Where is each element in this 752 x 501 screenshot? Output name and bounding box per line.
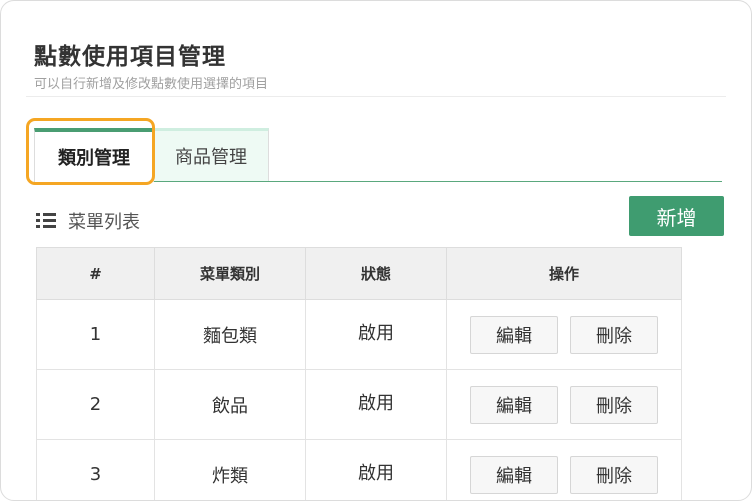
row-status: 啟用: [306, 300, 447, 369]
tab-product-management[interactable]: 商品管理: [154, 128, 269, 181]
column-header-index: #: [37, 248, 155, 299]
table-header: # 菜單類別 狀態 操作: [36, 247, 682, 300]
row-index: 1: [37, 300, 155, 369]
menu-list-header: 菜單列表: [36, 208, 140, 234]
column-header-category: 菜單類別: [155, 248, 306, 299]
row-actions: 編輯 刪除: [447, 300, 681, 369]
delete-button[interactable]: 刪除: [570, 455, 658, 494]
table-row: 1 麵包類 啟用 編輯 刪除: [36, 300, 682, 370]
app-window: 點數使用項目管理 可以自行新增及修改點數使用選擇的項目 類別管理 商品管理 菜單…: [0, 0, 752, 501]
page-subtitle: 可以自行新增及修改點數使用選擇的項目: [34, 77, 269, 92]
page-title: 點數使用項目管理: [34, 44, 226, 70]
delete-button[interactable]: 刪除: [570, 385, 658, 424]
row-category: 飲品: [155, 370, 306, 439]
row-index: 2: [37, 370, 155, 439]
list-icon: [36, 213, 56, 229]
add-button[interactable]: 新增: [629, 196, 724, 236]
table-row: 2 飲品 啟用 編輯 刪除: [36, 370, 682, 440]
edit-button[interactable]: 編輯: [470, 315, 558, 354]
edit-button[interactable]: 編輯: [470, 385, 558, 424]
menu-table: # 菜單類別 狀態 操作 1 麵包類 啟用 編輯 刪除 2 飲品 啟用 編輯 刪…: [36, 247, 682, 500]
header-divider: [26, 96, 726, 97]
row-status: 啟用: [306, 370, 447, 439]
row-actions: 編輯 刪除: [447, 440, 681, 500]
table-row: 3 炸類 啟用 編輯 刪除: [36, 440, 682, 500]
row-actions: 編輯 刪除: [447, 370, 681, 439]
delete-button[interactable]: 刪除: [570, 315, 658, 354]
column-header-status: 狀態: [306, 248, 447, 299]
menu-list-title: 菜單列表: [68, 212, 140, 233]
row-category: 麵包類: [155, 300, 306, 369]
column-header-actions: 操作: [548, 265, 579, 283]
row-status: 啟用: [306, 440, 447, 500]
tab-category-management[interactable]: 類別管理: [34, 128, 154, 182]
row-index: 3: [37, 440, 155, 500]
edit-button[interactable]: 編輯: [470, 455, 558, 494]
row-category: 炸類: [155, 440, 306, 500]
